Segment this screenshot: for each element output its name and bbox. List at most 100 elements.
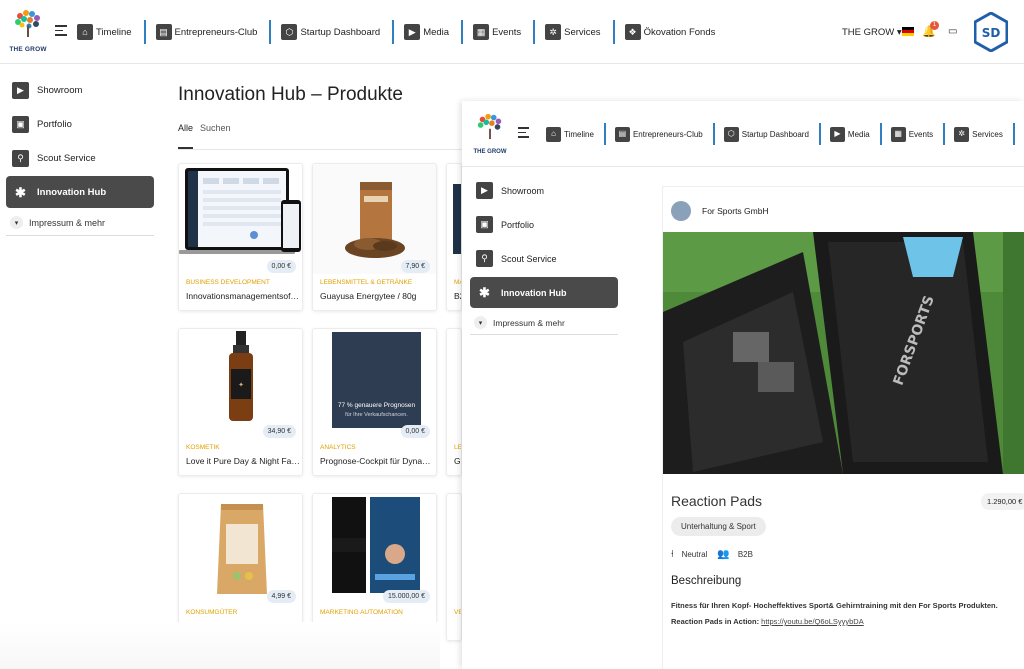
seller-info[interactable]: For Sports GmbH: [671, 201, 769, 221]
product-card-partial[interactable]: VE: [446, 493, 462, 641]
hamburger-menu-icon[interactable]: [55, 25, 67, 37]
nav-label: Startup Dashboard: [300, 26, 381, 38]
chat-icon[interactable]: ▭: [948, 26, 959, 37]
scout-icon: ⚲: [476, 250, 493, 267]
product-card[interactable]: 4,99 € KONSUMGÜTER: [178, 493, 303, 641]
sidebar-item-scout-service[interactable]: ⚲ Scout Service: [6, 142, 154, 174]
top-navigation-bar: THE GROW ⌂ Timeline ▤ Entrepreneurs-Club…: [0, 0, 1024, 64]
price-badge: 0,00 €: [266, 260, 296, 273]
product-card-partial[interactable]: MA B2: [446, 163, 462, 311]
sidebar-item-label: Innovation Hub: [37, 186, 107, 198]
the-grow-logo[interactable]: THE GROW: [472, 111, 508, 159]
logo-text: THE GROW: [473, 149, 507, 155]
product-detail-panel: For Sports GmbH FORSPORTS Reaction Pads …: [662, 186, 1024, 669]
nav-events[interactable]: ▦ Events: [473, 20, 536, 44]
description-text: Fitness für Ihren Kopf- Hocheffektives S…: [671, 601, 998, 610]
cube-icon: ⬡: [281, 24, 298, 40]
product-title: Prognose-Cockpit für Dyna…: [320, 456, 431, 466]
sidebar-item-innovation-hub[interactable]: ✱ Innovation Hub: [6, 176, 154, 208]
page-title: Innovation Hub – Produkte: [178, 84, 403, 105]
nav-label: Entrepreneurs-Club: [174, 26, 258, 38]
scout-icon: ⚲: [12, 149, 29, 167]
product-title: B2: [454, 291, 461, 301]
impressum-menu-toggle[interactable]: ▾ Impressum & mehr: [470, 311, 618, 335]
sidebar-item-scout-service[interactable]: ⚲ Scout Service: [470, 243, 618, 274]
sidebar-item-showroom[interactable]: ▶ Showroom: [6, 74, 154, 106]
nav-events[interactable]: ▦ Events: [890, 123, 946, 145]
sidebar-item-portfolio[interactable]: ▣ Portfolio: [6, 108, 154, 140]
nav-media[interactable]: ▶ Media: [404, 20, 464, 44]
video-link[interactable]: https://youtu.be/Q6oLSyyybDA: [761, 617, 864, 626]
product-category: LE: [454, 444, 462, 451]
nav-entrepreneurs-club[interactable]: ▤ Entrepreneurs-Club: [155, 20, 272, 44]
hamburger-menu-icon[interactable]: [518, 127, 529, 141]
sidebar-item-label: Portfolio: [501, 219, 535, 230]
the-grow-logo[interactable]: THE GROW: [8, 8, 48, 56]
calendar-icon: ▦: [473, 24, 490, 40]
product-image-partial: [447, 164, 461, 274]
nav-entrepreneurs-club[interactable]: ▤ Entrepreneurs-Club: [614, 123, 715, 145]
user-menu-dropdown[interactable]: THE GROW ▾: [842, 27, 902, 38]
impressum-label: Impressum & mehr: [29, 217, 106, 228]
product-card[interactable]: 0,00 € BUSINESS DEVELOPMENT Innovationsm…: [178, 163, 303, 311]
overlay-sidebar: ▶ Showroom ▣ Portfolio ⚲ Scout Service ✱ Inn…: [462, 175, 624, 335]
tabs-divider: [178, 149, 462, 150]
product-card[interactable]: 7,90 € LEBENSMITTEL & GETRÄNKE Guayusa E…: [312, 163, 437, 311]
left-sidebar: ▶ Showroom ▣ Portfolio ⚲ Scout Service ✱…: [0, 74, 162, 236]
product-meta: ⍿ Neutral 👥 B2B: [671, 549, 763, 560]
nav-services[interactable]: ✲ Services: [954, 123, 1015, 145]
product-title: Guayusa Energytee / 80g: [320, 291, 417, 301]
play-icon: ▶: [829, 126, 845, 142]
nav-services[interactable]: ✲ Services: [545, 20, 615, 44]
german-flag-icon[interactable]: [902, 27, 914, 36]
sidebar-item-label: Portfolio: [37, 118, 72, 130]
tab-suchen[interactable]: Suchen: [200, 123, 231, 149]
impressum-menu-toggle[interactable]: ▾ Impressum & mehr: [6, 210, 154, 236]
product-card[interactable]: ✦ 34,90 € KOSMETIK Love it Pure Day & Ni…: [178, 328, 303, 476]
nav-timeline[interactable]: ⌂ Timeline: [546, 123, 606, 145]
description-heading: Beschreibung: [671, 575, 742, 587]
play-icon: ▶: [404, 24, 421, 40]
forecast-subline: für Ihre Verkaufschancen.: [345, 412, 408, 418]
nav-okovation-fonds[interactable]: ❖ Ökovation Fonds: [624, 20, 728, 44]
seller-name: For Sports GmbH: [702, 206, 769, 216]
product-image-tea: [313, 164, 436, 274]
price-badge: 7,90 €: [400, 260, 430, 273]
portfolio-icon: ▣: [12, 115, 29, 133]
portfolio-icon: ▣: [476, 216, 493, 233]
nav-startup-dashboard[interactable]: ⬡ Startup Dashboard: [723, 123, 821, 145]
impressum-label: Impressum & mehr: [493, 317, 565, 328]
product-category: MA: [454, 279, 461, 286]
nav-label: Media: [423, 26, 450, 38]
nav-timeline[interactable]: ⌂ Timeline: [77, 20, 146, 44]
product-image-coffee-bag: [179, 494, 302, 604]
sidebar-item-showroom[interactable]: ▶ Showroom: [470, 175, 618, 206]
users-icon: 👥: [717, 549, 730, 560]
top-nav: ⌂ Timeline ▤ Entrepreneurs-Club ⬡ Startu…: [77, 20, 737, 44]
id-card-icon: ▤: [614, 126, 630, 142]
product-title: Gu: [454, 456, 461, 466]
nav-label: Timeline: [96, 26, 132, 38]
nav-label: Entrepreneurs-Club: [632, 129, 703, 139]
sidebar-item-portfolio[interactable]: ▣ Portfolio: [470, 209, 618, 240]
nav-label: Ökovation Fonds: [643, 26, 716, 38]
product-card[interactable]: 77 % genauere Prognosen für Ihre Verkauf…: [312, 328, 437, 476]
product-category: VE: [454, 609, 462, 616]
overlay-top-bar: THE GROW ⌂ Timeline ▤ Entrepreneurs-Club ⬡…: [462, 101, 1024, 167]
tab-alle[interactable]: Alle: [178, 123, 194, 149]
logo-text: THE GROW: [9, 46, 47, 53]
product-title: Love it Pure Day & Night Fa…: [186, 456, 300, 466]
notification-badge: 1: [930, 21, 939, 30]
sidebar-item-innovation-hub[interactable]: ✱ Innovation Hub: [470, 277, 618, 308]
forecast-headline: 77 % genauere Prognosen: [337, 402, 416, 409]
nav-media[interactable]: ▶ Media: [829, 123, 882, 145]
price-badge: 4,99 €: [266, 590, 296, 603]
sidebar-item-label: Scout Service: [501, 253, 557, 264]
product-title: Innovationsmanagementsof…: [186, 291, 299, 301]
category-tag[interactable]: Unterhaltung & Sport: [671, 517, 766, 536]
nav-startup-dashboard[interactable]: ⬡ Startup Dashboard: [281, 20, 395, 44]
product-card[interactable]: 15.000,00 € MARKETING AUTOMATION: [312, 493, 437, 641]
leaf-icon: ❖: [624, 24, 641, 40]
brand-hexagon-logo[interactable]: SD: [974, 12, 1008, 52]
product-card-partial[interactable]: LE Gu: [446, 328, 462, 476]
